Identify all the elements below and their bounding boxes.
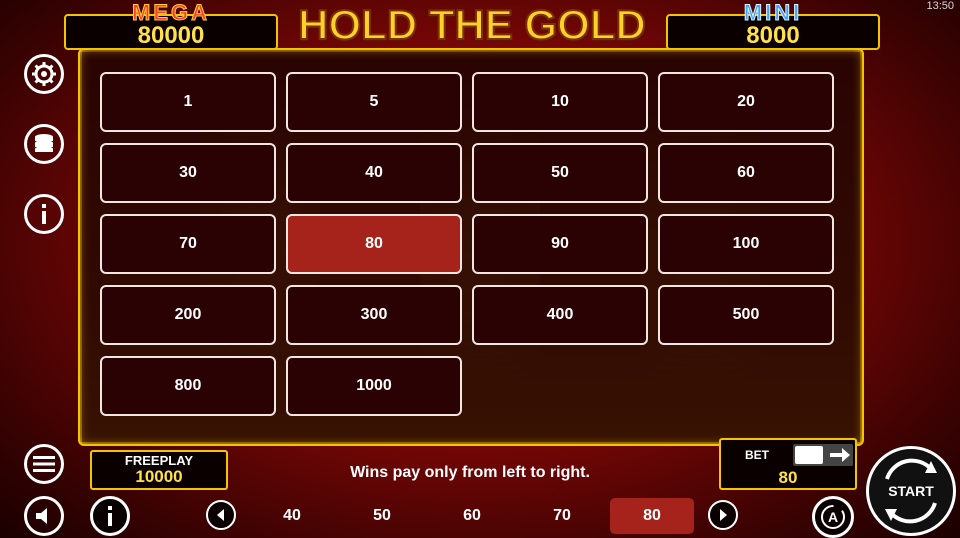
bet-option-90[interactable]: 90 — [472, 214, 648, 274]
bet-strip-item-40[interactable]: 40 — [250, 498, 334, 534]
info-icon — [108, 506, 112, 526]
arrow-right-icon — [720, 509, 727, 521]
bet-option-10[interactable]: 10 — [472, 72, 648, 132]
bet-strip-item-80[interactable]: 80 — [610, 498, 694, 534]
bet-strip-item-60[interactable]: 60 — [430, 498, 514, 534]
bet-label: BET — [745, 448, 769, 462]
settings-button[interactable] — [24, 54, 64, 94]
bet-toggle[interactable] — [793, 444, 853, 466]
bet-option-20[interactable]: 20 — [658, 72, 834, 132]
bet-increase-button[interactable] — [708, 500, 738, 530]
gear-icon — [32, 62, 56, 86]
mini-jackpot-panel: MINI 8000 — [666, 0, 880, 50]
bet-selection-panel: 1 5 10 20 30 40 50 60 70 80 90 100 200 300 400 500 800 10… — [82, 52, 860, 442]
bet-coins-button[interactable] — [24, 124, 64, 164]
bet-strip-item-50[interactable]: 50 — [340, 498, 424, 534]
toggle-knob — [795, 446, 823, 464]
bet-option-100[interactable]: 100 — [658, 214, 834, 274]
mega-jackpot-value: 80000 — [137, 22, 205, 49]
bet-option-40[interactable]: 40 — [286, 143, 462, 203]
bet-decrease-button[interactable] — [206, 500, 236, 530]
freeplay-panel: FREEPLAY 10000 — [90, 450, 228, 490]
arrow-left-icon — [217, 509, 224, 521]
bet-option-300[interactable]: 300 — [286, 285, 462, 345]
bet-option-1[interactable]: 1 — [100, 72, 276, 132]
freeplay-value: 10000 — [135, 467, 183, 486]
bet-option-200[interactable]: 200 — [100, 285, 276, 345]
svg-text:A: A — [828, 509, 838, 525]
sound-button[interactable] — [24, 496, 64, 536]
autoplay-button[interactable]: A — [812, 496, 854, 538]
bet-option-1000[interactable]: 1000 — [286, 356, 462, 416]
bet-option-60[interactable]: 60 — [658, 143, 834, 203]
start-label: START — [888, 483, 934, 499]
freeplay-label: FREEPLAY — [124, 453, 194, 468]
mini-jackpot-value: 8000 — [746, 22, 800, 49]
game-logo: HOLD THE GOLD — [297, 0, 647, 49]
paytable-info-button[interactable] — [90, 496, 130, 536]
menu-button[interactable] — [24, 444, 64, 484]
bet-option-50[interactable]: 50 — [472, 143, 648, 203]
bet-option-70[interactable]: 70 — [100, 214, 276, 274]
info-button[interactable] — [24, 194, 64, 234]
bet-option-30[interactable]: 30 — [100, 143, 276, 203]
arrow-right-icon — [830, 448, 850, 462]
bet-option-80[interactable]: 80 — [286, 214, 462, 274]
bet-panel[interactable]: BET 80 — [719, 438, 857, 490]
start-button[interactable]: START — [866, 446, 956, 536]
info-icon — [42, 204, 46, 224]
hamburger-menu-icon — [33, 456, 55, 472]
bet-strip: 40 50 60 70 80 — [198, 496, 750, 536]
bet-option-500[interactable]: 500 — [658, 285, 834, 345]
autoplay-icon: A — [821, 505, 845, 529]
bet-option-5[interactable]: 5 — [286, 72, 462, 132]
coins-stack-icon — [35, 134, 53, 152]
bet-value: 80 — [778, 468, 798, 487]
bet-option-400[interactable]: 400 — [472, 285, 648, 345]
speaker-icon — [36, 508, 47, 524]
bet-option-800[interactable]: 800 — [100, 356, 276, 416]
mega-jackpot-panel: MEGA 80000 — [64, 0, 278, 50]
win-rule-message: Wins pay only from left to right. — [350, 464, 590, 481]
clock: 13:50 — [926, 0, 954, 12]
bet-strip-item-70[interactable]: 70 — [520, 498, 604, 534]
